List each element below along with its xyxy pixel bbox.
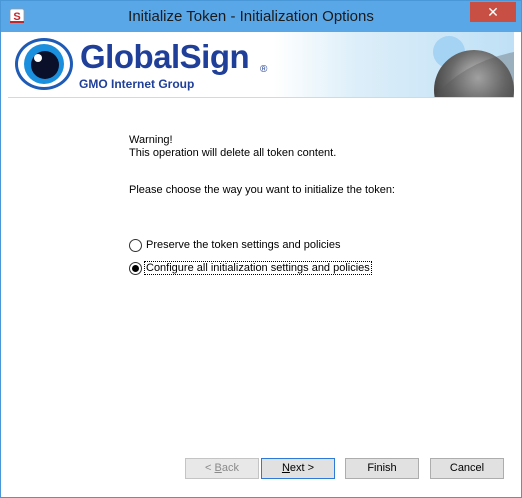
brand-registered-mark: ® <box>260 64 268 75</box>
option-preserve[interactable]: Preserve the token settings and policies <box>129 237 341 253</box>
close-button[interactable]: ✕ <box>470 2 516 22</box>
brand-sub-prefix: GMO <box>79 77 108 91</box>
prompt-text: Please choose the way you want to initia… <box>129 184 395 196</box>
back-button[interactable]: < Back <box>185 458 259 479</box>
banner-decoration <box>274 32 514 97</box>
header-banner: GlobalSign ® GMO Internet Group <box>8 32 514 98</box>
window-title: Initialize Token - Initialization Option… <box>128 8 374 25</box>
preserve-radio-label[interactable]: Preserve the token settings and policies <box>145 239 341 251</box>
brand-sub-rest: Internet Group <box>107 77 195 91</box>
cancel-button[interactable]: Cancel <box>430 458 504 479</box>
globalsign-eye-logo-icon <box>15 38 73 90</box>
warning-title: Warning! <box>129 134 173 146</box>
option-configure[interactable]: Configure all initialization settings an… <box>129 260 372 276</box>
configure-radio[interactable] <box>129 261 142 275</box>
title-bar[interactable]: S Initialize Token - Initialization Opti… <box>1 1 521 32</box>
preserve-radio[interactable] <box>129 238 142 252</box>
warning-text: This operation will delete all token con… <box>129 147 337 159</box>
configure-radio-label[interactable]: Configure all initialization settings an… <box>144 261 372 275</box>
dialog-content: GlobalSign ® GMO Internet Group Warning!… <box>8 32 514 489</box>
brand-subtitle: GMO Internet Group <box>79 77 194 91</box>
dialog-window: S Initialize Token - Initialization Opti… <box>0 0 522 498</box>
finish-button[interactable]: Finish <box>345 458 419 479</box>
brand-name: GlobalSign <box>80 38 250 75</box>
safenet-s-icon: S <box>9 8 25 24</box>
next-button[interactable]: Next > <box>261 458 335 479</box>
